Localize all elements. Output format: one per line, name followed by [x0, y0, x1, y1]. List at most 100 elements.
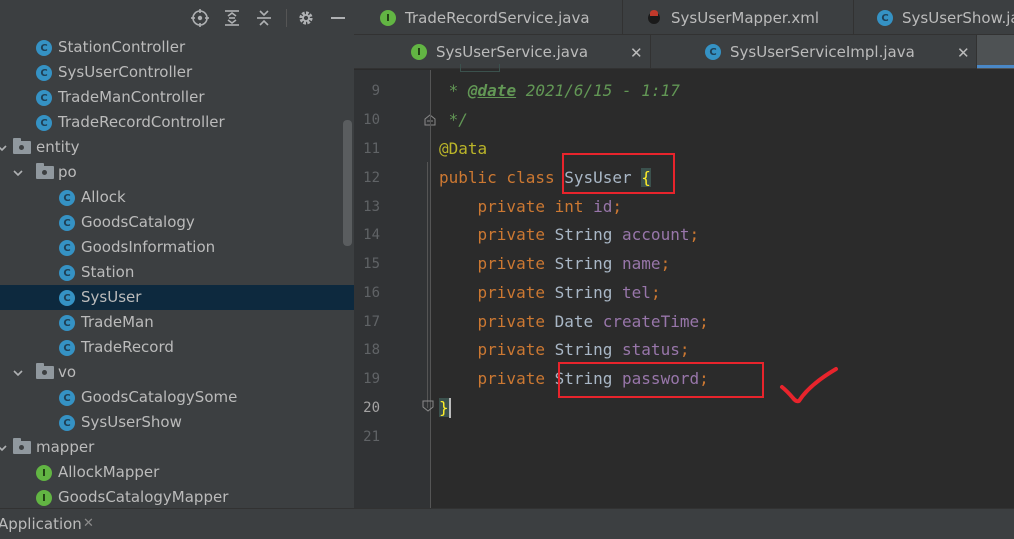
highlight-box-class-name	[562, 153, 675, 194]
line-number-current: 20	[363, 400, 380, 416]
brace: }	[439, 398, 449, 417]
class-icon: C	[705, 44, 721, 60]
tree-item-allock[interactable]: C Allock	[0, 185, 354, 210]
tree-item-sysusercontroller[interactable]: C SysUserController	[0, 60, 354, 85]
tree-item-traderecordcontroller[interactable]: C TradeRecordController	[0, 110, 354, 135]
tree-item-stationcontroller[interactable]: C StationController	[0, 35, 354, 60]
mybatis-xml-icon	[646, 10, 662, 26]
line-number: 15	[363, 256, 380, 272]
tree-item-label: GoodsCatalogyMapper	[58, 488, 229, 506]
collapse-all-icon[interactable]	[253, 7, 275, 29]
active-tab-underline	[977, 65, 1014, 68]
tree-item-goodscatalogy[interactable]: C GoodsCatalogy	[0, 210, 354, 235]
line-number: 14	[363, 227, 380, 243]
chevron-down-icon[interactable]	[13, 168, 23, 178]
class-icon: C	[59, 315, 75, 331]
highlight-box-password-field	[558, 362, 764, 398]
tree-item-label: GoodsInformation	[81, 238, 216, 256]
type-name: String	[554, 283, 623, 302]
tree-item-goodscatalogymapper[interactable]: I GoodsCatalogyMapper	[0, 485, 354, 508]
tree-item-entity[interactable]: entity	[0, 135, 354, 160]
tab-active-sysuser[interactable]	[977, 35, 1014, 69]
line-number: 10	[363, 112, 380, 128]
annotation: @Data	[439, 139, 488, 158]
tab-traderecordservice[interactable]: I TradeRecordService.java	[380, 1, 590, 35]
class-icon: C	[59, 240, 75, 256]
tree-item-label: entity	[36, 138, 80, 156]
package-folder-icon	[13, 138, 31, 154]
line-number: 13	[363, 199, 380, 215]
interface-icon: I	[36, 465, 52, 481]
keyword: private	[439, 254, 555, 273]
tree-scrollbar[interactable]	[343, 120, 352, 246]
locate-icon[interactable]	[189, 7, 211, 29]
fold-marker-icon[interactable]	[422, 400, 434, 412]
keyword: private	[439, 369, 555, 388]
class-icon: C	[36, 115, 52, 131]
javadoc-tag: @date	[467, 81, 517, 100]
expand-all-icon[interactable]	[221, 7, 243, 29]
checkmark-icon	[780, 367, 838, 404]
tree-item-station[interactable]: C Station	[0, 260, 354, 285]
code-editor[interactable]: 9 10 11 12 13 14 15 16 17 18 19 20 21 * …	[354, 64, 1014, 508]
class-icon: C	[59, 390, 75, 406]
tree-item-trademan[interactable]: C TradeMan	[0, 310, 354, 335]
tree-item-sysuser[interactable]: C SysUser	[0, 285, 354, 310]
tab-divider	[853, 0, 854, 34]
class-icon: C	[59, 190, 75, 206]
tree-item-label: mapper	[36, 438, 95, 456]
tree-item-sysusershow[interactable]: C SysUserShow	[0, 410, 354, 435]
code-line-9: * @date 2021/6/15 - 1:17	[439, 81, 680, 101]
class-icon: C	[59, 265, 75, 281]
tab-sysusershow[interactable]: C SysUserShow.ja	[877, 1, 1014, 35]
field-name: status	[622, 340, 680, 359]
keyword: public class	[439, 168, 565, 187]
close-icon[interactable]: ✕	[957, 36, 970, 70]
tree-item-mapper[interactable]: mapper	[0, 435, 354, 460]
tab-divider	[650, 35, 651, 69]
tree-item-traderecord[interactable]: C TradeRecord	[0, 335, 354, 360]
code-line-14: private String account;	[439, 225, 700, 245]
tree-item-po[interactable]: po	[0, 160, 354, 185]
tree-item-vo[interactable]: vo	[0, 360, 354, 385]
line-number: 16	[363, 285, 380, 301]
tab-label: SysUserMapper.xml	[671, 9, 820, 27]
keyword: private	[439, 225, 555, 244]
chevron-down-icon[interactable]	[0, 143, 7, 153]
tree-item-goodsinformation[interactable]: C GoodsInformation	[0, 235, 354, 260]
tree-item-label: AllockMapper	[58, 463, 160, 481]
line-number: 17	[363, 314, 380, 330]
code-line-11: @Data	[439, 139, 487, 159]
close-icon[interactable]: ✕	[83, 516, 94, 531]
code-line-18: private String status;	[439, 340, 690, 360]
tab-divider	[622, 0, 623, 34]
close-icon[interactable]: ✕	[630, 36, 643, 70]
field-name: createTime	[602, 312, 700, 331]
gear-icon[interactable]	[295, 7, 317, 29]
run-tool-window-header: Application ✕	[0, 508, 1014, 539]
tree-item-label: TradeMan	[81, 313, 154, 331]
tab-label: SysUserServiceImpl.java	[730, 43, 915, 61]
interface-icon: I	[36, 490, 52, 506]
chevron-down-icon[interactable]	[0, 443, 7, 453]
tab-sysusermapper-xml[interactable]: SysUserMapper.xml	[646, 1, 819, 35]
hide-panel-icon[interactable]	[327, 7, 349, 29]
tree-item-goodscatalogysome[interactable]: C GoodsCatalogySome	[0, 385, 354, 410]
tree-item-label: Allock	[81, 188, 126, 206]
chevron-down-icon[interactable]	[13, 368, 23, 378]
run-tab-application[interactable]: Application	[0, 515, 82, 533]
tree-item-label: vo	[58, 363, 77, 381]
tree-item-label: GoodsCatalogy	[81, 213, 195, 231]
tree-item-allockmapper[interactable]: I AllockMapper	[0, 460, 354, 485]
tree-item-label: SysUser	[81, 288, 142, 306]
tree-item-trademancontroller[interactable]: C TradeManController	[0, 85, 354, 110]
line-number-gutter: 9 10 11 12 13 14 15 16 17 18 19 20 21	[354, 70, 436, 508]
tab-sysuserserviceimpl[interactable]: C SysUserServiceImpl.java	[705, 35, 915, 69]
editor-tab-bar: I TradeRecordService.java SysUserMapper.…	[354, 0, 1014, 69]
semicolon: ;	[679, 340, 690, 359]
tree-item-label: SysUserController	[58, 63, 193, 81]
class-icon: C	[59, 290, 75, 306]
type-name: Date	[554, 312, 603, 331]
scope-guide-line	[427, 162, 428, 408]
keyword: private	[439, 312, 555, 331]
